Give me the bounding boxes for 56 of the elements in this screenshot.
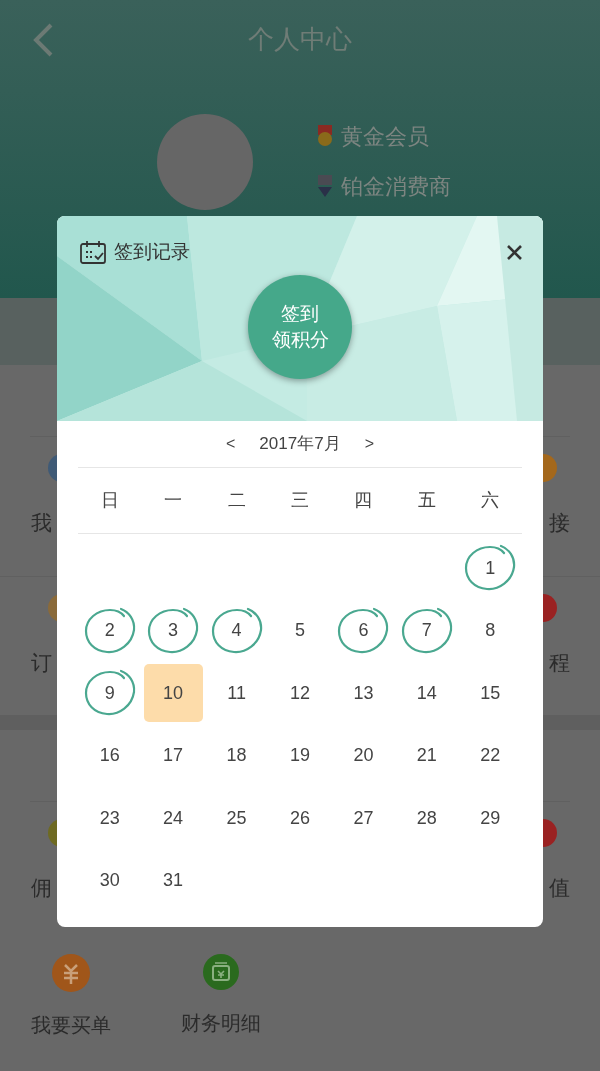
- yen-icon: [52, 954, 90, 992]
- diamond-icon: [317, 175, 333, 197]
- calendar-day[interactable]: 16: [80, 726, 140, 785]
- weekday-label: 二: [226, 489, 247, 512]
- sign-mark-icon: [146, 605, 201, 656]
- calendar-day[interactable]: 21: [397, 726, 457, 785]
- wallet-icon: [203, 954, 239, 990]
- calendar-day[interactable]: 22: [460, 726, 520, 785]
- calendar-day[interactable]: 27: [333, 789, 393, 848]
- calendar-day[interactable]: 18: [207, 726, 267, 785]
- calendar-day[interactable]: 26: [270, 789, 330, 848]
- calendar-day[interactable]: 14: [397, 664, 457, 723]
- calendar-day[interactable]: 19: [270, 726, 330, 785]
- calendar-day[interactable]: 2: [80, 601, 140, 660]
- weekday-label: 六: [480, 489, 501, 512]
- calendar-day[interactable]: 17: [143, 726, 203, 785]
- sign-mark-icon: [336, 605, 391, 656]
- sign-mark-icon: [209, 605, 264, 656]
- prev-month-button[interactable]: <: [224, 432, 238, 456]
- calendar-day[interactable]: 31: [143, 851, 203, 910]
- page-title: 个人中心: [248, 22, 352, 56]
- calendar-day[interactable]: 6: [333, 601, 393, 660]
- member-level: 铂金消费商: [341, 172, 451, 201]
- calendar-day[interactable]: 13: [333, 664, 393, 723]
- close-icon[interactable]: [506, 243, 523, 261]
- calendar-day[interactable]: 7: [397, 601, 457, 660]
- calendar-day[interactable]: 1: [460, 539, 520, 598]
- weekday-label: 一: [163, 489, 184, 512]
- weekday-label: 四: [353, 489, 374, 512]
- calendar-day[interactable]: 5: [270, 601, 330, 660]
- sign-mark-icon: [399, 605, 454, 656]
- weekday-label: 日: [99, 489, 120, 512]
- calendar-day[interactable]: 15: [460, 664, 520, 723]
- calendar-day[interactable]: 29: [460, 789, 520, 848]
- calendar-day[interactable]: 25: [207, 789, 267, 848]
- calendar-day[interactable]: 28: [397, 789, 457, 848]
- calendar-day[interactable]: 10: [143, 664, 203, 723]
- calendar-day[interactable]: 4: [207, 601, 267, 660]
- weekday-label: 三: [290, 489, 310, 512]
- calendar-day[interactable]: 24: [143, 789, 203, 848]
- calendar-day[interactable]: 20: [333, 726, 393, 785]
- weekday-label: 五: [416, 489, 437, 512]
- member-level: 黄金会员: [341, 122, 429, 151]
- calendar-day[interactable]: 23: [80, 789, 140, 848]
- calendar-day[interactable]: 11: [207, 664, 267, 723]
- calendar-day[interactable]: 8: [460, 601, 520, 660]
- calendar-day[interactable]: 9: [80, 664, 140, 723]
- next-month-button[interactable]: >: [362, 432, 376, 456]
- calendar-day[interactable]: 30: [80, 851, 140, 910]
- sign-mark-icon: [82, 605, 137, 656]
- calendar-day[interactable]: 3: [143, 601, 203, 660]
- medal-icon: [317, 125, 333, 147]
- calendar-day[interactable]: 12: [270, 664, 330, 723]
- calendar-check-icon: [80, 240, 106, 265]
- dialog-title: 签到记录: [114, 240, 190, 264]
- month-label: 2017年7月: [259, 433, 341, 456]
